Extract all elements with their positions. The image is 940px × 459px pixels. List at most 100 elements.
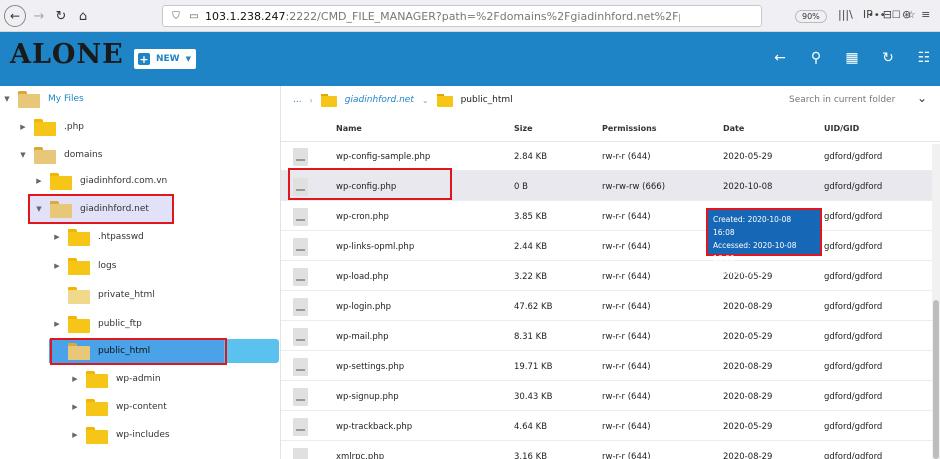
caret-down-icon[interactable]: ▼ bbox=[34, 205, 44, 213]
settings-sliders-icon[interactable]: ☷ bbox=[916, 50, 932, 66]
column-uid-gid[interactable]: UID/GID bbox=[824, 124, 859, 133]
column-name[interactable]: Name bbox=[336, 124, 362, 133]
chevron-down-icon[interactable]: ⌄ bbox=[422, 96, 429, 105]
caret-down-icon[interactable]: ▼ bbox=[2, 95, 12, 103]
forward-arrow-icon[interactable]: → bbox=[28, 5, 50, 27]
caret-down-icon[interactable]: ▼ bbox=[18, 151, 28, 159]
file-icon bbox=[293, 148, 308, 166]
tree-node-wp-admin[interactable]: ▶ wp-admin bbox=[70, 366, 161, 392]
tree-node-public-ftp[interactable]: ▶ public_ftp bbox=[52, 311, 142, 337]
caret-right-icon[interactable]: ▶ bbox=[70, 403, 80, 411]
breadcrumb-more[interactable]: ... bbox=[293, 95, 302, 105]
account-icon[interactable]: ⊛ bbox=[902, 8, 911, 21]
library-icon[interactable]: |||\ bbox=[838, 8, 853, 21]
folder-icon bbox=[50, 200, 72, 218]
table-row[interactable]: wp-login.php 47.62 KB rw-r-r (644) 2020-08-… bbox=[281, 291, 940, 321]
caret-right-icon[interactable]: ▶ bbox=[34, 177, 44, 185]
folder-icon bbox=[68, 257, 90, 275]
tree-node-public-html[interactable]: public_html bbox=[52, 338, 150, 364]
url-bar[interactable]: ⛉ ▭ 103.1.238.247 :2222/CMD_FILE_MANAGER… bbox=[162, 5, 916, 27]
caret-right-icon[interactable]: ▶ bbox=[52, 262, 62, 270]
tree-node-wp-content[interactable]: ▶ wp-content bbox=[70, 394, 167, 420]
tree-node-wp-includes[interactable]: ▶ wp-includes bbox=[70, 422, 170, 448]
tooltip-updated: Updated: 2020-10-08 16:08 bbox=[713, 267, 794, 289]
caret-right-icon[interactable]: ▶ bbox=[18, 123, 28, 131]
back-arrow-icon[interactable]: ← bbox=[772, 50, 788, 66]
tree-node-php[interactable]: ▶ .php bbox=[18, 114, 84, 140]
file-name[interactable]: wp-login.php bbox=[336, 302, 391, 312]
hamburger-menu-icon[interactable]: ≡ bbox=[921, 8, 930, 21]
breadcrumb-parent[interactable]: giadinhford.net bbox=[345, 95, 414, 105]
file-permissions: rw-r-r (644) bbox=[602, 362, 651, 372]
search-icon[interactable]: ⚲ bbox=[808, 50, 824, 66]
home-icon[interactable]: ⌂ bbox=[72, 5, 94, 27]
file-icon bbox=[293, 238, 308, 256]
file-size: 4.64 KB bbox=[514, 422, 548, 432]
file-name[interactable]: wp-config-sample.php bbox=[336, 152, 430, 162]
folder-link-icon bbox=[68, 286, 90, 304]
file-name[interactable]: wp-links-opml.php bbox=[336, 242, 414, 252]
column-permissions[interactable]: Permissions bbox=[602, 124, 657, 133]
tooltip-accessed: Accessed: 2020-10-08 16:09 bbox=[713, 241, 797, 263]
search-input[interactable]: Search in current folder bbox=[789, 95, 895, 105]
new-button[interactable]: + NEW ▼ bbox=[134, 49, 196, 69]
file-uid-gid: gdford/gdford bbox=[824, 362, 883, 372]
folder-icon bbox=[320, 93, 337, 107]
reader-view-icon[interactable]: ⊟ bbox=[883, 8, 892, 21]
file-name[interactable]: wp-cron.php bbox=[336, 212, 389, 222]
table-row[interactable]: xmlrpc.php 3.16 KB rw-r-r (644) 2020-08-29 g… bbox=[281, 441, 940, 459]
file-icon bbox=[293, 388, 308, 406]
caret-right-icon[interactable]: ▶ bbox=[70, 431, 80, 439]
table-row[interactable]: wp-load.php 3.22 KB rw-r-r (644) 2020-05-29… bbox=[281, 261, 940, 291]
table-row[interactable]: wp-mail.php 8.31 KB rw-r-r (644) 2020-05-29… bbox=[281, 321, 940, 351]
file-name[interactable]: wp-signup.php bbox=[336, 392, 399, 402]
file-list-panel: ... › giadinhford.net ⌄ public_html Sear… bbox=[281, 86, 940, 459]
table-row[interactable]: wp-trackback.php 4.64 KB rw-r-r (644) 2020-… bbox=[281, 411, 940, 441]
refresh-icon[interactable]: ↻ bbox=[880, 50, 896, 66]
file-name[interactable]: wp-settings.php bbox=[336, 362, 404, 372]
plus-icon: + bbox=[138, 52, 150, 66]
tree-node-logs[interactable]: ▶ logs bbox=[52, 253, 116, 279]
file-size: 2.84 KB bbox=[514, 152, 548, 162]
file-name[interactable]: xmlrpc.php bbox=[336, 452, 384, 459]
caret-right-icon[interactable]: ▶ bbox=[52, 233, 62, 241]
file-date: 2020-08-29 bbox=[723, 452, 773, 459]
zoom-level[interactable]: 90% bbox=[795, 10, 827, 23]
folder-icon bbox=[50, 172, 72, 190]
collapse-icon[interactable]: ⌄ bbox=[917, 91, 927, 105]
file-uid-gid: gdford/gdford bbox=[824, 212, 883, 222]
grid-view-icon[interactable]: ▦ bbox=[844, 50, 860, 66]
file-icon bbox=[293, 268, 308, 286]
file-name[interactable]: wp-mail.php bbox=[336, 332, 389, 342]
file-uid-gid: gdford/gdford bbox=[824, 242, 883, 252]
table-row[interactable]: wp-cron.php 3.85 KB rw-r-r (644) gdford/gdf… bbox=[281, 201, 940, 231]
tree-node-private-html[interactable]: private_html bbox=[52, 282, 155, 308]
tree-node-htpasswd[interactable]: ▶ .htpasswd bbox=[52, 224, 144, 250]
tree-node-giadinhford-net[interactable]: ▼ giadinhford.net bbox=[34, 196, 149, 222]
file-name[interactable]: wp-trackback.php bbox=[336, 422, 412, 432]
caret-right-icon[interactable]: ▶ bbox=[70, 375, 80, 383]
back-arrow-icon[interactable]: ← bbox=[4, 5, 26, 27]
file-uid-gid: gdford/gdford bbox=[824, 182, 883, 192]
file-name[interactable]: wp-load.php bbox=[336, 272, 388, 282]
file-date: 2020-05-29 bbox=[723, 422, 773, 432]
tree-node-domains[interactable]: ▼ domains bbox=[18, 142, 102, 168]
folder-icon bbox=[34, 118, 56, 136]
column-size[interactable]: Size bbox=[514, 124, 533, 133]
tree-node-my-files[interactable]: ▼ My Files bbox=[2, 86, 84, 112]
scrollbar-thumb[interactable] bbox=[933, 300, 939, 459]
column-date[interactable]: Date bbox=[723, 124, 744, 133]
caret-right-icon[interactable]: ▶ bbox=[52, 320, 62, 328]
scrollbar[interactable] bbox=[932, 144, 940, 459]
reload-icon[interactable]: ↻ bbox=[50, 5, 72, 27]
table-row[interactable]: wp-signup.php 30.43 KB rw-r-r (644) 2020-08… bbox=[281, 381, 940, 411]
file-uid-gid: gdford/gdford bbox=[824, 302, 883, 312]
table-row[interactable]: wp-settings.php 19.71 KB rw-r-r (644) 2020-… bbox=[281, 351, 940, 381]
file-icon bbox=[293, 328, 308, 346]
table-row[interactable]: wp-config-sample.php 2.84 KB rw-r-r (644) 2… bbox=[281, 141, 940, 171]
ip-extension-icon[interactable]: IP bbox=[863, 8, 873, 21]
file-uid-gid: gdford/gdford bbox=[824, 152, 883, 162]
file-icon bbox=[293, 208, 308, 226]
tree-node-giadinhford-com-vn[interactable]: ▶ giadinhford.com.vn bbox=[34, 168, 167, 194]
table-row[interactable]: wp-links-opml.php 2.44 KB rw-r-r (644) gdfo… bbox=[281, 231, 940, 261]
